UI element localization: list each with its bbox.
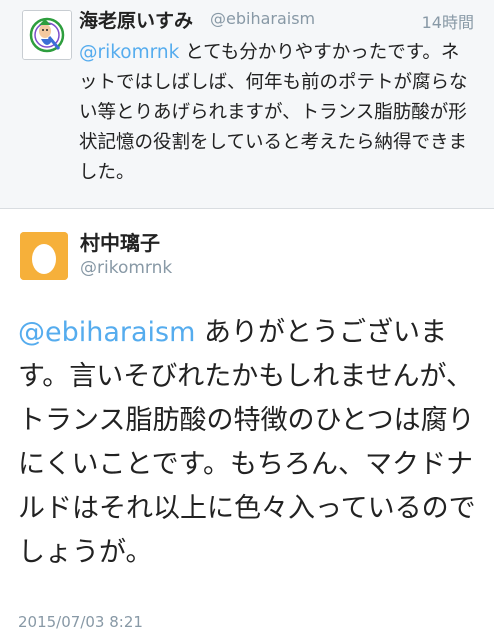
main-tweet: 村中璃子 @rikomrnk @ebiharaism ありがとうございます。言い… [0, 209, 494, 640]
mention-link[interactable]: @ebiharaism [18, 317, 195, 348]
default-egg-icon [20, 232, 68, 280]
timestamp: 14時間 [421, 13, 474, 32]
tweet-body: とても分かりやすかったです。ネットではしばしば、何年も前のポテトが腐らない等とり… [79, 42, 468, 183]
display-name[interactable]: 村中璃子 [80, 227, 160, 256]
avatar[interactable] [20, 232, 68, 280]
cartoon-character-icon [23, 11, 71, 59]
tweet-text: @rikomrnk とても分かりやすかったです。ネットではしばしば、何年も前のポ… [79, 38, 474, 188]
tweet-date: 2015/07/03 8:21 [18, 613, 143, 631]
tweet-body: ありがとうございます。言いそびれたかもしれませんが、トランス脂肪酸の特徴のひとつ… [18, 317, 476, 568]
avatar[interactable] [22, 10, 72, 60]
user-handle[interactable]: @rikomrnk [80, 258, 172, 278]
reply-tweet[interactable]: 海老原いすみ @ebiharaism 14時間 @rikomrnk とても分かり… [0, 0, 494, 209]
tweet-detail-screen: 海老原いすみ @ebiharaism 14時間 @rikomrnk とても分かり… [0, 0, 494, 640]
mention-link[interactable]: @rikomrnk [79, 42, 179, 63]
tweet-text: @ebiharaism ありがとうございます。言いそびれたかもしれませんが、トラ… [18, 311, 480, 575]
display-name[interactable]: 海老原いすみ [79, 6, 193, 33]
user-handle[interactable]: @ebiharaism [210, 9, 315, 28]
